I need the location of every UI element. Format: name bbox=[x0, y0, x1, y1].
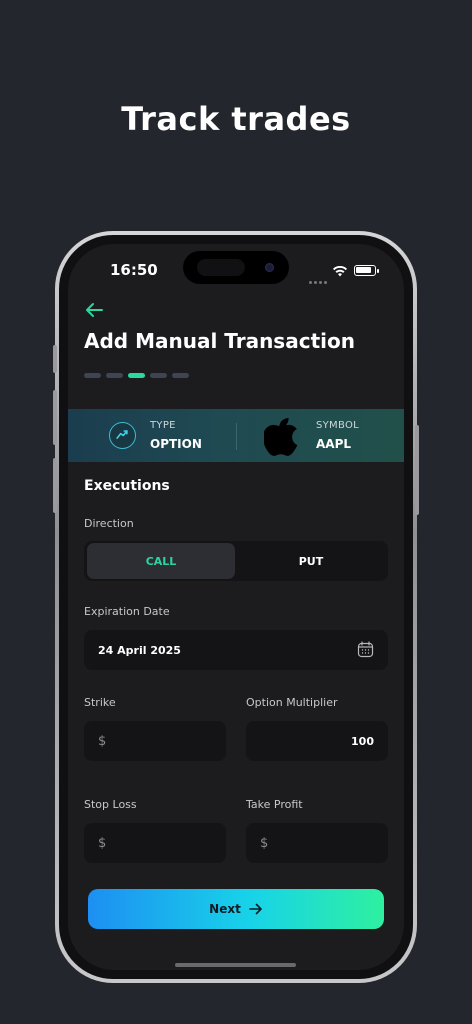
stop-loss-label: Stop Loss bbox=[84, 798, 137, 811]
expiration-date-value: 24 April 2025 bbox=[98, 643, 181, 657]
type-value: OPTION bbox=[150, 437, 202, 451]
stepper-step-active bbox=[128, 373, 145, 378]
calendar-icon[interactable] bbox=[357, 641, 374, 658]
trend-chart-icon bbox=[109, 422, 136, 449]
progress-stepper bbox=[84, 373, 189, 379]
take-profit-currency-prefix: $ bbox=[260, 835, 269, 851]
apple-logo-icon bbox=[264, 418, 298, 456]
direction-call-option[interactable]: CALL bbox=[87, 543, 235, 579]
option-multiplier-input[interactable]: 100 bbox=[246, 721, 388, 761]
strike-input[interactable]: $ bbox=[84, 721, 226, 761]
type-label: TYPE bbox=[150, 420, 176, 431]
app-screen: 16:50 Add Manual Transaction TYPE OPTION bbox=[68, 244, 404, 970]
symbol-value: AAPL bbox=[316, 437, 352, 451]
next-button-label: Next bbox=[209, 902, 241, 916]
next-button[interactable]: Next bbox=[88, 889, 384, 929]
strike-label: Strike bbox=[84, 696, 116, 709]
status-icons bbox=[309, 264, 379, 284]
home-indicator bbox=[175, 963, 296, 967]
option-multiplier-label: Option Multiplier bbox=[246, 696, 338, 709]
wifi-icon bbox=[333, 265, 347, 277]
stop-loss-currency-prefix: $ bbox=[98, 835, 107, 851]
stepper-step bbox=[150, 373, 167, 378]
summary-divider bbox=[236, 423, 237, 450]
phone-side-button bbox=[53, 390, 57, 445]
phone-side-button bbox=[53, 345, 57, 373]
stepper-step bbox=[172, 373, 189, 378]
symbol-label: SYMBOL bbox=[316, 420, 360, 431]
direction-label: Direction bbox=[84, 517, 134, 530]
signal-icon bbox=[309, 269, 329, 288]
stepper-step bbox=[106, 373, 123, 378]
option-multiplier-value: 100 bbox=[351, 734, 374, 748]
marketing-headline: Track trades bbox=[121, 100, 351, 138]
page-title: Add Manual Transaction bbox=[84, 329, 355, 353]
dynamic-island bbox=[183, 251, 289, 284]
take-profit-label: Take Profit bbox=[246, 798, 303, 811]
arrow-right-icon bbox=[249, 903, 262, 915]
phone-side-button bbox=[415, 425, 419, 515]
battery-icon bbox=[354, 265, 379, 276]
stepper-step bbox=[84, 373, 101, 378]
status-time: 16:50 bbox=[110, 261, 158, 279]
transaction-summary-band: TYPE OPTION SYMBOL AAPL bbox=[68, 409, 404, 462]
expiration-date-field[interactable]: 24 April 2025 bbox=[84, 630, 388, 670]
back-arrow-icon[interactable] bbox=[84, 302, 104, 318]
direction-put-option[interactable]: PUT bbox=[237, 543, 385, 579]
take-profit-input[interactable]: $ bbox=[246, 823, 388, 863]
strike-currency-prefix: $ bbox=[98, 733, 107, 749]
phone-side-button bbox=[53, 458, 57, 513]
direction-toggle: CALL PUT bbox=[84, 541, 388, 581]
expiration-date-label: Expiration Date bbox=[84, 605, 170, 618]
stop-loss-input[interactable]: $ bbox=[84, 823, 226, 863]
section-title-executions: Executions bbox=[84, 478, 170, 494]
